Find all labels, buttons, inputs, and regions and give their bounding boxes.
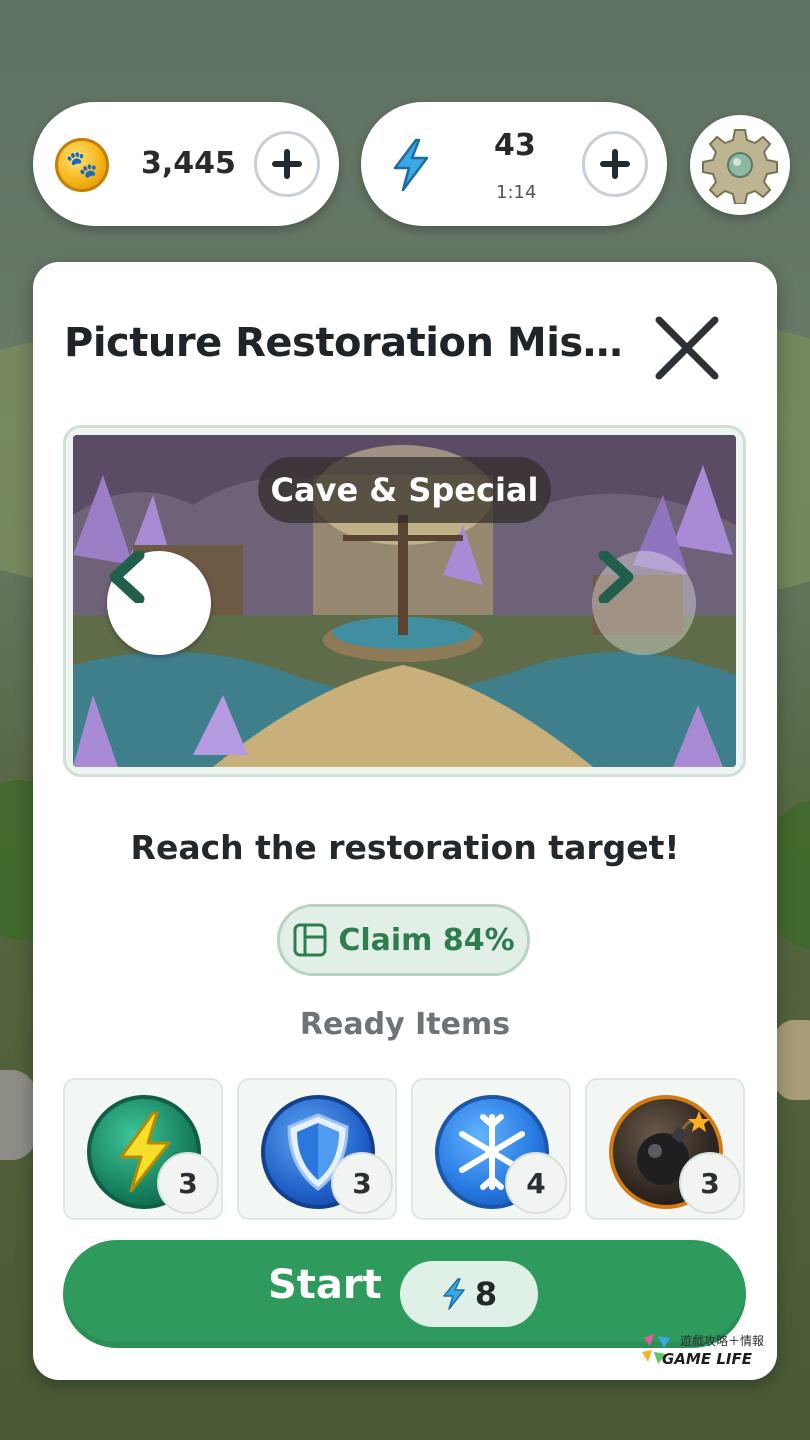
watermark-chinese-text: 遊戲攻略＋情報 [680,1334,765,1348]
coins-value: 3,445 [141,146,236,181]
gear-icon [702,129,778,204]
energy-counter: 43 1:14 [361,102,667,226]
add-coins-button[interactable] [254,131,320,197]
item-card-snowflake[interactable]: 4 [411,1078,571,1220]
mission-dialog: Picture Restoration Missi... Cave & Spec… [33,262,777,1380]
picture-category-label: Cave & Special [258,457,551,523]
chevron-left-icon [109,551,145,603]
energy-bolt-icon [443,1278,465,1310]
energy-bolt-icon [393,138,429,192]
game-life-watermark: 遊戲攻略＋情報 GAME LIFE [640,1330,770,1378]
item-card-shield[interactable]: 3 [237,1078,397,1220]
energy-timer: 1:14 [496,182,537,203]
picture-frame-icon [293,923,327,957]
next-picture-button[interactable] [592,551,696,655]
item-count-badge: 4 [505,1152,567,1214]
item-count-badge: 3 [679,1152,741,1214]
item-count-badge: 3 [157,1152,219,1214]
item-count-badge: 3 [331,1152,393,1214]
close-icon [655,316,719,380]
chevron-right-icon [598,551,634,603]
paw-coin-icon: 🐾 [55,138,109,192]
settings-button[interactable] [690,115,790,215]
picture-carousel: Cave & Special [63,425,746,777]
mission-subtitle: Reach the restoration target! [130,828,680,867]
plus-icon [600,149,630,179]
claim-percent: Claim 84% [338,922,515,958]
start-cost-value: 8 [474,1275,498,1313]
plus-icon [272,149,302,179]
ready-items-heading: Ready Items [299,1007,511,1042]
start-cost-badge: 8 [400,1261,538,1327]
item-card-lightning[interactable]: 3 [63,1078,223,1220]
cave-picture: Cave & Special [73,435,736,767]
watermark-english-text: GAME LIFE [662,1350,752,1368]
start-label: Start [268,1262,382,1308]
close-button[interactable] [651,312,723,384]
previous-picture-button[interactable] [107,551,211,655]
energy-value: 43 [494,128,536,163]
add-energy-button[interactable] [582,131,648,197]
coins-counter: 🐾 3,445 [33,102,339,226]
claim-target-badge: Claim 84% [277,904,530,976]
item-card-bomb[interactable]: 3 [585,1078,745,1220]
dialog-title: Picture Restoration Missi... [64,320,624,366]
